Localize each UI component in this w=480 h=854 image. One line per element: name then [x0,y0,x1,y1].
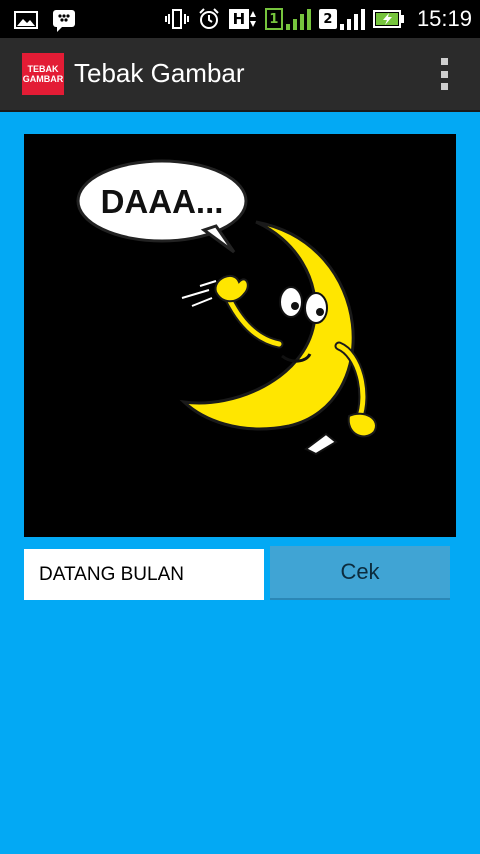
fountain-pen-nib [304,432,338,456]
puzzle-image: DAAA... [24,134,456,537]
app-icon-text-top: TEBAK [27,64,59,74]
speech-bubble-tail [200,224,236,254]
moon-waving-hand [214,275,249,303]
moon-writing-hand [347,412,377,438]
moon-eye-right [304,292,328,324]
sim2-signal-icon: 2 [318,7,365,31]
sim1-label: 1 [264,8,283,30]
alarm-icon [199,8,219,29]
network-type-label: H [228,9,249,29]
crescent-moon [179,220,355,431]
check-button[interactable]: Cek [270,546,450,600]
overflow-menu-icon[interactable] [438,58,450,90]
answer-input[interactable] [24,549,264,600]
moon-eye-left [279,286,303,318]
speech-bubble-text: DAAA... [101,183,224,220]
motion-lines [181,280,217,307]
battery-charging-icon [372,10,404,28]
bbm-message-icon [53,10,75,32]
sim1-signal-icon: 1 [264,7,311,31]
app-icon[interactable]: TEBAK GAMBAR [22,53,64,95]
clock: 15:19 [416,6,472,31]
app-title: Tebak Gambar [74,58,245,88]
status-bar: H 1 2 15:19 [0,0,480,38]
hspa-icon: H [228,9,257,29]
gallery-icon [14,11,38,29]
action-bar: TEBAK GAMBAR Tebak Gambar [0,38,480,112]
vibrate-icon [164,9,189,29]
app-icon-text-bottom: GAMBAR [22,74,64,84]
sim2-label: 2 [318,9,337,29]
